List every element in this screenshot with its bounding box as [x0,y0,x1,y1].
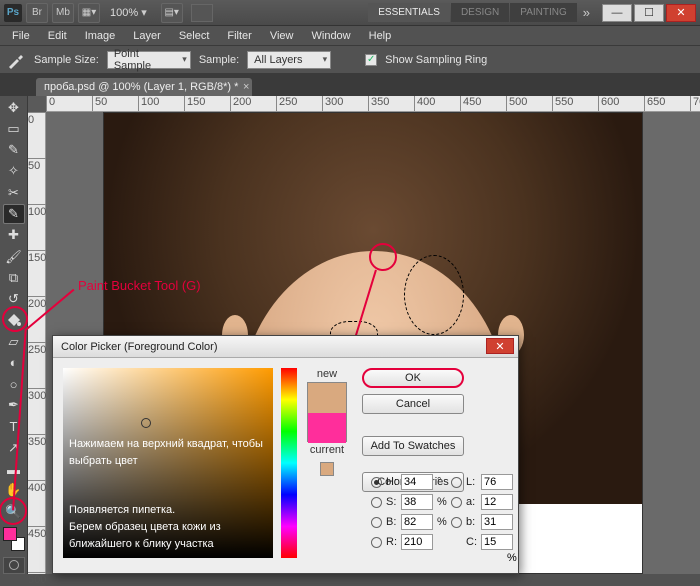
add-to-swatches-button[interactable]: Add To Swatches [362,436,464,456]
stamp-tool[interactable]: ⧉ [3,268,25,287]
color-picker-dialog: Color Picker (Foreground Color) ✕ Нажима… [52,335,519,574]
menu-filter[interactable]: Filter [219,28,259,44]
menu-help[interactable]: Help [361,28,400,44]
menu-file[interactable]: File [4,28,38,44]
color-values-panel: H:° L: S:% a: B:% b: R: C: [371,474,513,550]
history-brush-tool[interactable]: ↺ [3,289,25,308]
quickmask-icon[interactable] [3,557,25,574]
document-tab[interactable]: проба.psd @ 100% (Layer 1, RGB/8*) * × [36,78,252,96]
move-tool[interactable]: ✥ [3,98,25,117]
close-tab-icon[interactable]: × [243,81,249,93]
show-sampling-ring-checkbox[interactable]: ✓ [365,54,377,66]
radio-l[interactable] [451,477,462,488]
menu-layer[interactable]: Layer [125,28,169,44]
path-tool[interactable]: ↗ [3,438,25,457]
foreground-color-swatch[interactable] [3,527,17,541]
document-tab-title: проба.psd @ 100% (Layer 1, RGB/8*) * [44,81,238,93]
annotation-label: Paint Bucket Tool (G) [78,278,201,293]
radio-b-hsv[interactable] [371,517,382,528]
workspace-design[interactable]: DESIGN [451,3,509,22]
new-current-swatch[interactable] [307,382,347,442]
dialog-title: Color Picker (Foreground Color) [61,341,218,353]
current-color-swatch[interactable] [308,413,346,443]
arrange-docs-icon[interactable]: ▤▾ [161,3,183,23]
sample-label: Sample: [199,54,239,66]
shape-tool[interactable]: ▬ [3,460,25,479]
wand-tool[interactable]: ✧ [3,162,25,181]
c-unit: % [507,552,517,564]
hue-slider[interactable] [281,368,297,558]
workspace-painting[interactable]: PAINTING [510,3,576,22]
menu-edit[interactable]: Edit [40,28,75,44]
workspace-more-icon[interactable]: » [577,5,596,20]
dialog-close-button[interactable]: ✕ [486,338,514,354]
new-color-swatch[interactable] [308,383,346,413]
workspace-essentials[interactable]: ESSENTIALS [368,3,450,22]
document-tab-bar: проба.psd @ 100% (Layer 1, RGB/8*) * × [0,74,700,96]
eyedropper-tool-icon [6,50,26,70]
ok-button[interactable]: OK [362,368,464,388]
field-b-hsv[interactable] [401,514,433,530]
view-extras-icon[interactable]: ▦▾ [78,3,100,23]
sample-combo[interactable]: All Layers [247,51,331,69]
color-swatches[interactable] [3,527,25,550]
paint-bucket-tool[interactable] [3,311,25,330]
app-titlebar: Ps Br Mb ▦▾ 100% ▤▾ ESSENTIALS DESIGN PA… [0,0,700,26]
new-color-label: new [317,368,337,380]
menu-image[interactable]: Image [77,28,124,44]
ruler-horizontal: 0501001502002503003504004505005506006507… [46,96,700,112]
eyedropper-tool[interactable]: ✎ [3,204,25,223]
annotation-overlay-text: Нажимаем на верхний квадрат, чтобы выбра… [69,419,267,552]
window-close-button[interactable]: ✕ [666,4,696,22]
show-sampling-ring-label: Show Sampling Ring [385,54,487,66]
field-s[interactable] [401,494,433,510]
ruler-vertical: 050100150200250300350400450500 [28,112,46,574]
sample-size-label: Sample Size: [34,54,99,66]
field-c[interactable] [481,534,513,550]
app-logo: Ps [4,4,22,22]
menu-view[interactable]: View [262,28,302,44]
lasso-tool[interactable]: ✎ [3,141,25,160]
annotation-circle-sample [369,243,397,271]
menu-select[interactable]: Select [171,28,218,44]
menu-bar: File Edit Image Layer Select Filter View… [0,26,700,46]
healing-tool[interactable]: ✚ [3,226,25,245]
dialog-titlebar[interactable]: Color Picker (Foreground Color) ✕ [53,336,518,358]
brush-tool[interactable]: 🖌 [3,247,25,266]
crop-tool[interactable]: ✂ [3,183,25,202]
marquee-tool[interactable]: ▭ [3,119,25,138]
radio-r[interactable] [371,537,382,548]
radio-s[interactable] [371,497,382,508]
screen-mode-icon[interactable] [191,4,213,22]
options-bar: Sample Size: Point Sample Sample: All La… [0,46,700,74]
marquee-selection [404,255,464,335]
workspace-tabs: ESSENTIALS DESIGN PAINTING [368,3,577,22]
window-minimize-button[interactable]: — [602,4,632,22]
field-b-lab[interactable] [481,514,513,530]
sample-size-combo[interactable]: Point Sample [107,51,191,69]
window-maximize-button[interactable]: ☐ [634,4,664,22]
mini-bridge-icon[interactable]: Mb [52,3,74,23]
cancel-button[interactable]: Cancel [362,394,464,414]
eraser-tool[interactable]: ▱ [3,332,25,351]
field-a[interactable] [481,494,513,510]
bridge-icon[interactable]: Br [26,3,48,23]
field-l[interactable] [481,474,513,490]
field-r[interactable] [401,534,433,550]
radio-a[interactable] [451,497,462,508]
radio-h[interactable] [371,477,382,488]
websafe-swatch-icon[interactable] [320,462,334,476]
blur-tool[interactable]: ◐ [3,353,25,372]
saturation-brightness-field[interactable]: Нажимаем на верхний квадрат, чтобы выбра… [63,368,273,558]
radio-b-lab[interactable] [451,517,462,528]
current-color-label: current [310,444,344,456]
menu-window[interactable]: Window [304,28,359,44]
field-h[interactable] [401,474,433,490]
zoom-level[interactable]: 100% [106,6,157,19]
type-tool[interactable]: T [3,417,25,436]
